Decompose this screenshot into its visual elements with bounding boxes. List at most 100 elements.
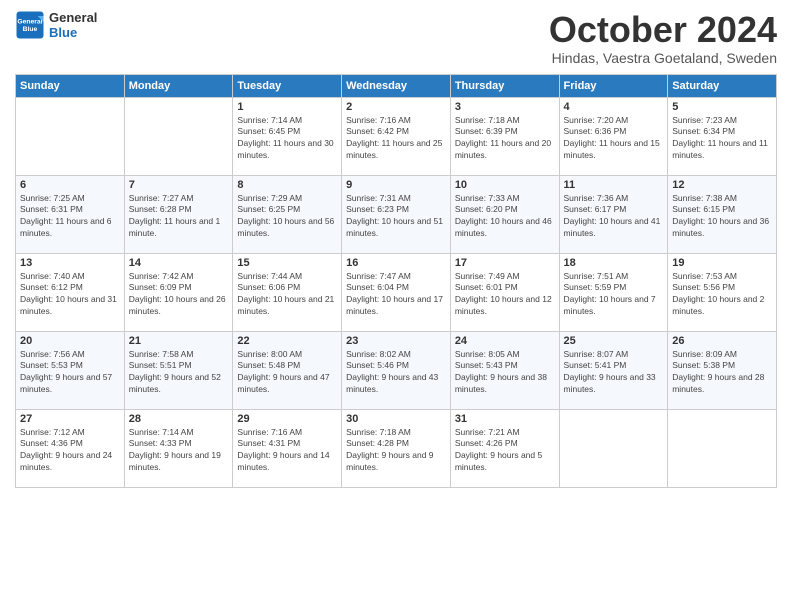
day-number: 22: [237, 335, 337, 347]
day-number: 28: [129, 413, 229, 425]
week-row-1: 1Sunrise: 7:14 AM Sunset: 6:45 PM Daylig…: [16, 97, 777, 175]
day-number: 17: [455, 257, 555, 269]
week-row-5: 27Sunrise: 7:12 AM Sunset: 4:36 PM Dayli…: [16, 409, 777, 487]
day-number: 14: [129, 257, 229, 269]
calendar-cell: 25 Sunrise: 8:07 AM Sunset: 5:41 PM Dayli…: [559, 331, 668, 409]
day-number: 21: [129, 335, 229, 347]
logo-text: General Blue: [49, 10, 97, 40]
weekday-header-tuesday: Tuesday: [233, 74, 342, 97]
day-number: 13: [20, 257, 120, 269]
calendar-cell: 16 Sunrise: 7:47 AM Sunset: 6:04 PM Dayli…: [342, 253, 451, 331]
day-info: Sunrise: 7:18 AM Sunset: 6:39 PM Dayligh…: [455, 115, 555, 163]
calendar-cell: 6Sunrise: 7:25 AM Sunset: 6:31 PM Daylig…: [16, 175, 125, 253]
day-number: 18: [564, 257, 664, 269]
day-number: 8: [237, 179, 337, 191]
day-info: Sunrise: 7:47 AM Sunset: 6:04 PM Dayligh…: [346, 271, 446, 319]
calendar-cell: 1Sunrise: 7:14 AM Sunset: 6:45 PM Daylig…: [233, 97, 342, 175]
day-number: 26: [672, 335, 772, 347]
weekday-header-saturday: Saturday: [668, 74, 777, 97]
title-block: October 2024 Hindas, Vaestra Goetaland, …: [549, 10, 777, 66]
day-info: Sunrise: 8:05 AM Sunset: 5:43 PM Dayligh…: [455, 349, 555, 397]
calendar-cell: 13 Sunrise: 7:40 AM Sunset: 6:12 PM Dayli…: [16, 253, 125, 331]
day-number: 4: [564, 101, 664, 113]
day-info: Sunrise: 7:20 AM Sunset: 6:36 PM Dayligh…: [564, 115, 664, 163]
day-info: Sunrise: 7:58 AM Sunset: 5:51 PM Dayligh…: [129, 349, 229, 397]
day-info: Sunrise: 7:16 AM Sunset: 6:42 PM Dayligh…: [346, 115, 446, 163]
weekday-header-row: SundayMondayTuesdayWednesdayThursdayFrid…: [16, 74, 777, 97]
week-row-2: 6Sunrise: 7:25 AM Sunset: 6:31 PM Daylig…: [16, 175, 777, 253]
day-info: Sunrise: 7:56 AM Sunset: 5:53 PM Dayligh…: [20, 349, 120, 397]
day-info: Sunrise: 7:36 AM Sunset: 6:17 PM Dayligh…: [564, 193, 664, 241]
day-info: Sunrise: 7:18 AM Sunset: 4:28 PM Dayligh…: [346, 427, 446, 475]
header: General Blue General Blue October 2024 H…: [15, 10, 777, 66]
day-info: Sunrise: 7:21 AM Sunset: 4:26 PM Dayligh…: [455, 427, 555, 475]
day-info: Sunrise: 7:31 AM Sunset: 6:23 PM Dayligh…: [346, 193, 446, 241]
day-info: Sunrise: 7:38 AM Sunset: 6:15 PM Dayligh…: [672, 193, 772, 241]
calendar-cell: 14Sunrise: 7:42 AM Sunset: 6:09 PM Dayli…: [124, 253, 233, 331]
weekday-header-sunday: Sunday: [16, 74, 125, 97]
calendar-cell: 28Sunrise: 7:14 AM Sunset: 4:33 PM Dayli…: [124, 409, 233, 487]
calendar-cell: 18Sunrise: 7:51 AM Sunset: 5:59 PM Dayli…: [559, 253, 668, 331]
day-number: 29: [237, 413, 337, 425]
logo: General Blue General Blue: [15, 10, 97, 40]
day-info: Sunrise: 7:25 AM Sunset: 6:31 PM Dayligh…: [20, 193, 120, 241]
day-number: 20: [20, 335, 120, 347]
calendar-cell: 5 Sunrise: 7:23 AM Sunset: 6:34 PM Daylig…: [668, 97, 777, 175]
weekday-header-monday: Monday: [124, 74, 233, 97]
day-info: Sunrise: 8:02 AM Sunset: 5:46 PM Dayligh…: [346, 349, 446, 397]
calendar-cell: 31 Sunrise: 7:21 AM Sunset: 4:26 PM Dayli…: [450, 409, 559, 487]
weekday-header-friday: Friday: [559, 74, 668, 97]
calendar-cell: 11 Sunrise: 7:36 AM Sunset: 6:17 PM Dayli…: [559, 175, 668, 253]
calendar-cell: 19 Sunrise: 7:53 AM Sunset: 5:56 PM Dayli…: [668, 253, 777, 331]
calendar-cell: 9Sunrise: 7:31 AM Sunset: 6:23 PM Daylig…: [342, 175, 451, 253]
day-number: 2: [346, 101, 446, 113]
day-number: 12: [672, 179, 772, 191]
calendar-cell: 20 Sunrise: 7:56 AM Sunset: 5:53 PM Dayli…: [16, 331, 125, 409]
svg-text:General: General: [17, 19, 42, 26]
calendar-cell: 21 Sunrise: 7:58 AM Sunset: 5:51 PM Dayli…: [124, 331, 233, 409]
calendar-cell: 17 Sunrise: 7:49 AM Sunset: 6:01 PM Dayli…: [450, 253, 559, 331]
day-info: Sunrise: 7:23 AM Sunset: 6:34 PM Dayligh…: [672, 115, 772, 163]
calendar-cell: 22 Sunrise: 8:00 AM Sunset: 5:48 PM Dayli…: [233, 331, 342, 409]
calendar-cell: 30Sunrise: 7:18 AM Sunset: 4:28 PM Dayli…: [342, 409, 451, 487]
day-number: 16: [346, 257, 446, 269]
day-number: 10: [455, 179, 555, 191]
day-info: Sunrise: 7:49 AM Sunset: 6:01 PM Dayligh…: [455, 271, 555, 319]
week-row-3: 13 Sunrise: 7:40 AM Sunset: 6:12 PM Dayli…: [16, 253, 777, 331]
day-info: Sunrise: 8:07 AM Sunset: 5:41 PM Dayligh…: [564, 349, 664, 397]
calendar-page: General Blue General Blue October 2024 H…: [0, 0, 792, 612]
calendar-cell: [559, 409, 668, 487]
calendar-cell: [16, 97, 125, 175]
calendar-cell: 10 Sunrise: 7:33 AM Sunset: 6:20 PM Dayli…: [450, 175, 559, 253]
day-info: Sunrise: 7:33 AM Sunset: 6:20 PM Dayligh…: [455, 193, 555, 241]
day-info: Sunrise: 8:09 AM Sunset: 5:38 PM Dayligh…: [672, 349, 772, 397]
calendar-cell: 7Sunrise: 7:27 AM Sunset: 6:28 PM Daylig…: [124, 175, 233, 253]
day-number: 1: [237, 101, 337, 113]
day-info: Sunrise: 8:00 AM Sunset: 5:48 PM Dayligh…: [237, 349, 337, 397]
week-row-4: 20 Sunrise: 7:56 AM Sunset: 5:53 PM Dayli…: [16, 331, 777, 409]
location-subtitle: Hindas, Vaestra Goetaland, Sweden: [549, 50, 777, 66]
calendar-cell: 27Sunrise: 7:12 AM Sunset: 4:36 PM Dayli…: [16, 409, 125, 487]
day-info: Sunrise: 7:12 AM Sunset: 4:36 PM Dayligh…: [20, 427, 120, 475]
calendar-cell: [668, 409, 777, 487]
day-info: Sunrise: 7:44 AM Sunset: 6:06 PM Dayligh…: [237, 271, 337, 319]
day-number: 19: [672, 257, 772, 269]
calendar-cell: 26 Sunrise: 8:09 AM Sunset: 5:38 PM Dayli…: [668, 331, 777, 409]
day-number: 7: [129, 179, 229, 191]
calendar-cell: 8Sunrise: 7:29 AM Sunset: 6:25 PM Daylig…: [233, 175, 342, 253]
logo-icon: General Blue: [15, 10, 45, 40]
day-info: Sunrise: 7:40 AM Sunset: 6:12 PM Dayligh…: [20, 271, 120, 319]
day-number: 23: [346, 335, 446, 347]
calendar-cell: 23 Sunrise: 8:02 AM Sunset: 5:46 PM Dayli…: [342, 331, 451, 409]
day-number: 31: [455, 413, 555, 425]
day-number: 11: [564, 179, 664, 191]
day-number: 25: [564, 335, 664, 347]
calendar-cell: 2 Sunrise: 7:16 AM Sunset: 6:42 PM Daylig…: [342, 97, 451, 175]
weekday-header-thursday: Thursday: [450, 74, 559, 97]
day-info: Sunrise: 7:53 AM Sunset: 5:56 PM Dayligh…: [672, 271, 772, 319]
month-title: October 2024: [549, 10, 777, 50]
day-number: 24: [455, 335, 555, 347]
day-number: 5: [672, 101, 772, 113]
day-number: 3: [455, 101, 555, 113]
calendar-table: SundayMondayTuesdayWednesdayThursdayFrid…: [15, 74, 777, 488]
